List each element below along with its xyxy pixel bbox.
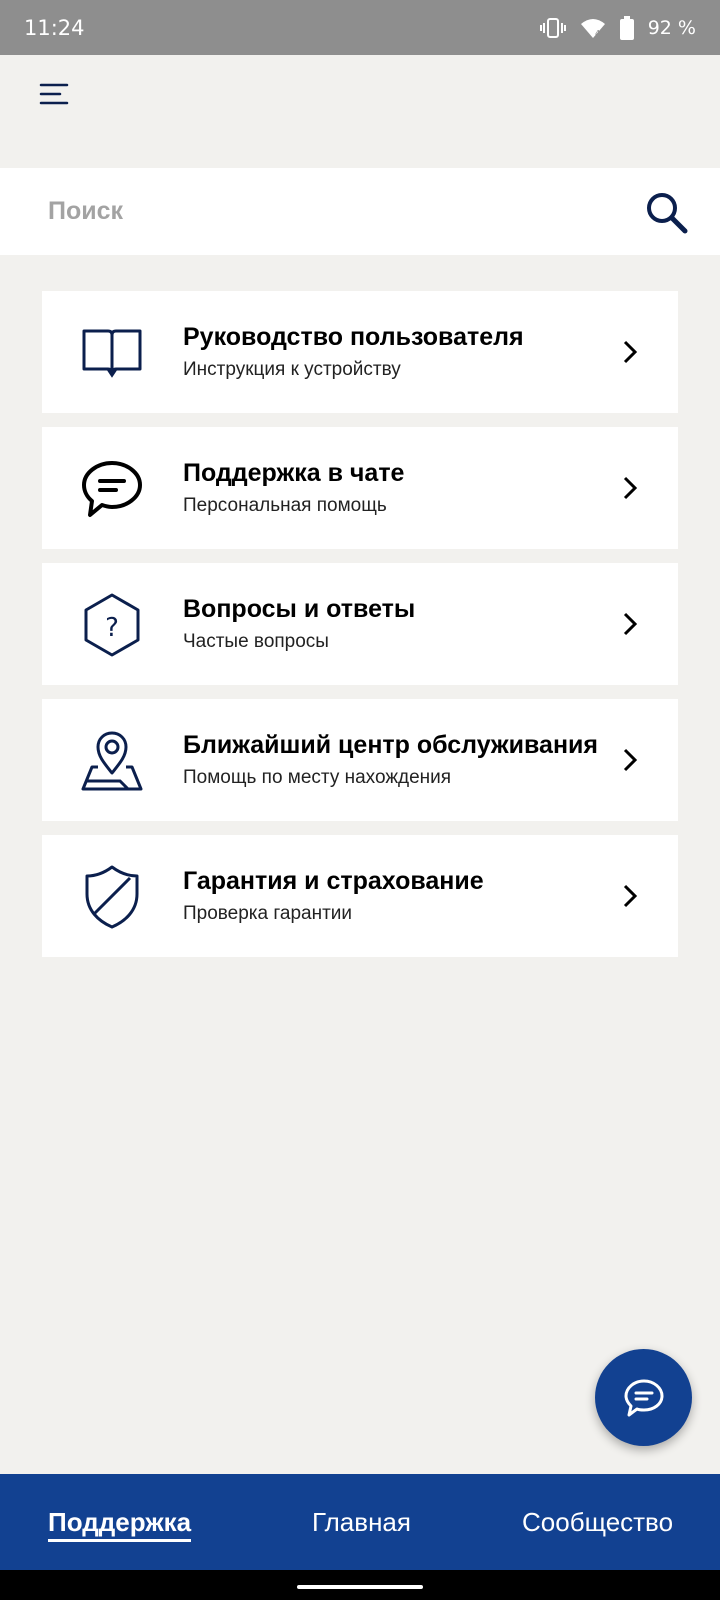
card-warranty[interactable]: Гарантия и страхование Проверка гарантии (42, 835, 678, 957)
search-icon (647, 193, 688, 234)
search-button[interactable] (644, 190, 690, 236)
chevron-right-icon (623, 884, 638, 908)
card-service-center[interactable]: Ближайший центр обслуживания Помощь по м… (42, 699, 678, 821)
card-title: Руководство пользователя (183, 323, 524, 351)
chevron-right-icon (623, 476, 638, 500)
tab-label: Главная (312, 1506, 411, 1537)
active-tab-indicator (48, 1539, 191, 1542)
tab-home[interactable]: Главная (312, 1474, 411, 1570)
battery-level: 92 % (647, 16, 696, 39)
support-options-list: Руководство пользователя Инструкция к ус… (42, 291, 678, 971)
search-input[interactable] (48, 168, 608, 255)
tab-support[interactable]: Поддержка (48, 1474, 191, 1570)
card-subtitle: Частые вопросы (183, 631, 329, 652)
battery-icon (619, 15, 634, 40)
card-subtitle: Инструкция к устройству (183, 359, 401, 380)
tab-label: Поддержка (48, 1506, 192, 1537)
card-subtitle: Помощь по месту нахождения (183, 767, 452, 788)
card-title: Поддержка в чате (183, 459, 405, 487)
card-title: Ближайший центр обслуживания (183, 731, 599, 759)
chevron-right-icon (623, 340, 638, 364)
svg-text:?: ? (105, 613, 119, 643)
card-user-guide[interactable]: Руководство пользователя Инструкция к ус… (42, 291, 678, 413)
vibrate-icon (539, 17, 566, 39)
home-indicator[interactable] (297, 1585, 423, 1589)
status-icons: 4 92 % (539, 15, 696, 40)
card-faq[interactable]: ? Вопросы и ответы Частые вопросы (42, 563, 678, 685)
search-bar (0, 168, 720, 255)
status-time: 11:24 (24, 15, 85, 40)
tab-label: Сообщество (522, 1506, 674, 1537)
map-pin-icon (80, 729, 144, 793)
chat-fab-button[interactable] (595, 1349, 692, 1446)
card-subtitle: Проверка гарантии (183, 903, 353, 924)
chevron-right-icon (623, 748, 638, 772)
chat-bubble-icon (80, 457, 144, 521)
shield-icon (80, 865, 144, 929)
wifi-icon: 4 (580, 17, 606, 39)
card-title: Вопросы и ответы (183, 595, 416, 623)
svg-text:4: 4 (595, 29, 600, 38)
tab-community[interactable]: Сообщество (522, 1474, 673, 1570)
hamburger-icon (39, 83, 69, 105)
chevron-right-icon (623, 612, 638, 636)
bottom-navigation: Поддержка Главная Сообщество (0, 1474, 720, 1570)
book-icon (80, 321, 144, 385)
menu-button[interactable] (34, 78, 74, 110)
chat-bubble-icon (624, 1379, 663, 1416)
status-bar: 11:24 4 92 % (0, 0, 720, 55)
card-title: Гарантия и страхование (183, 867, 484, 895)
card-subtitle: Персональная помощь (183, 495, 387, 516)
card-chat-support[interactable]: Поддержка в чате Персональная помощь (42, 427, 678, 549)
question-hexagon-icon: ? (80, 593, 144, 657)
